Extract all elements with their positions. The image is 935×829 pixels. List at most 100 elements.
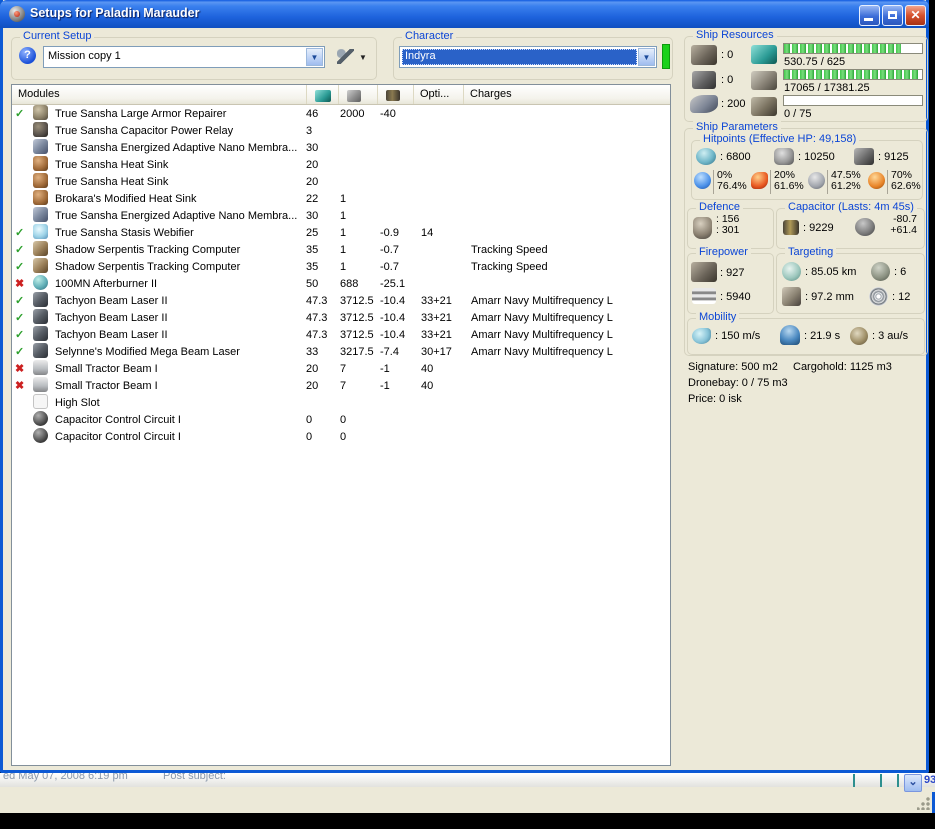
signature-info: Signature: 500 m2 <box>688 361 778 373</box>
module-row[interactable]: ✓ Shadow Serpentis Tracking Computer 35 1 -0… <box>12 257 670 275</box>
module-powergrid: 0 <box>340 413 347 426</box>
scrollbar-down-button[interactable]: ⌄ <box>904 774 922 792</box>
thermal-resists: 20% 61.6% <box>774 169 804 192</box>
titlebar[interactable]: Setups for Paladin Marauder ✕ <box>0 0 929 28</box>
slot-module-icon <box>33 393 48 409</box>
divider <box>713 170 714 194</box>
relay-module-icon <box>33 121 48 137</box>
close-button[interactable]: ✕ <box>905 5 926 26</box>
module-row[interactable]: ✓ Tachyon Beam Laser II 47.3 3712.5 -10.4 33+… <box>12 308 670 326</box>
resize-grip[interactable] <box>917 796 931 810</box>
module-optimal: 40 <box>421 362 434 375</box>
align-time-value: 21.9 s <box>804 330 840 342</box>
kinetic-resist-icon <box>808 172 825 189</box>
module-name: Selynne's Modified Mega Beam Laser <box>55 345 240 358</box>
character-dropdown[interactable]: Indyra ▼ <box>399 46 657 68</box>
module-powergrid: 3712.5 <box>340 294 374 307</box>
chevron-down-icon[interactable]: ▼ <box>306 48 323 66</box>
module-row[interactable]: ✖ 100MN Afterburner II 50 688 -25.1 <box>12 274 670 292</box>
module-charge: Amarr Navy Multifrequency L <box>471 345 613 358</box>
maximize-button[interactable] <box>882 5 903 26</box>
module-row[interactable]: True Sansha Capacitor Power Relay 3 <box>12 121 670 139</box>
column-header-powergrid[interactable] <box>339 85 378 104</box>
module-row[interactable]: True Sansha Heat Sink 20 <box>12 155 670 173</box>
warp-speed-icon <box>850 327 868 345</box>
module-row[interactable]: ✓ Selynne's Modified Mega Beam Laser 33 321… <box>12 342 670 360</box>
mobility-label: Mobility <box>696 311 740 323</box>
wrench-icon <box>337 49 354 64</box>
column-header-modules[interactable]: Modules <box>12 85 307 104</box>
module-cpu: 30 <box>306 141 319 154</box>
module-row[interactable]: ✖ Small Tractor Beam I 20 7 -1 40 <box>12 376 670 394</box>
max-velocity-value: 150 m/s <box>715 330 760 342</box>
max-targets-value: 6 <box>894 266 906 278</box>
module-row[interactable]: ✓ Tachyon Beam Laser II 47.3 3712.5 -10.4 33+… <box>12 325 670 343</box>
module-row[interactable]: True Sansha Energized Adaptive Nano Memb… <box>12 138 670 156</box>
launcher-hardpoints-icon <box>692 71 716 89</box>
module-row[interactable]: Brokara's Modified Heat Sink 22 1 <box>12 189 670 207</box>
laser-module-icon <box>33 325 48 341</box>
column-header-cpu[interactable] <box>307 85 339 104</box>
kinetic-resists: 47.5% 61.2% <box>831 169 861 192</box>
help-icon[interactable]: ? <box>19 47 36 64</box>
column-header-optimal[interactable]: Opti... <box>414 85 464 104</box>
heatsink-module-icon <box>33 155 48 171</box>
divider <box>827 170 828 194</box>
module-cpu: 20 <box>306 158 319 171</box>
module-row[interactable]: Capacitor Control Circuit I 0 0 <box>12 427 670 445</box>
module-row[interactable]: True Sansha Heat Sink 20 <box>12 172 670 190</box>
capacitor-flux-values: -80.7 +61.4 <box>890 213 917 236</box>
module-row[interactable]: ✓ True Sansha Large Armor Repairer 46 2000 -… <box>12 104 670 122</box>
tools-menu-button[interactable]: ▼ <box>335 47 375 67</box>
mobility-group: Mobility 150 m/s 21.9 s 3 au/s <box>687 311 925 355</box>
repairer-module-icon <box>33 104 48 120</box>
shield-icon <box>696 148 716 165</box>
capacitor-label: Capacitor (Lasts: 4m 45s) <box>785 201 917 213</box>
module-row[interactable]: ✖ Small Tractor Beam I 20 7 -1 40 <box>12 359 670 377</box>
heatsink-module-icon <box>33 189 48 205</box>
module-capacitor: -7.4 <box>380 345 399 358</box>
align-time-icon <box>780 325 800 345</box>
character-status-indicator <box>662 44 670 69</box>
module-row[interactable]: High Slot <box>12 393 670 411</box>
window-title: Setups for Paladin Marauder <box>30 6 200 20</box>
module-name: Small Tractor Beam I <box>55 379 158 392</box>
module-capacitor: -10.4 <box>380 311 406 324</box>
hitpoints-label: Hitpoints (Effective HP: 49,158) <box>700 133 860 145</box>
module-row[interactable]: Capacitor Control Circuit I 0 0 <box>12 410 670 428</box>
module-capacitor: -0.9 <box>380 226 399 239</box>
module-charge: Amarr Navy Multifrequency L <box>471 294 613 307</box>
rig-module-icon <box>33 410 48 426</box>
module-name: True Sansha Energized Adaptive Nano Memb… <box>55 209 298 222</box>
module-cpu: 47.3 <box>306 311 328 324</box>
minimize-button[interactable] <box>859 5 880 26</box>
volley-value: 5940 <box>720 291 750 303</box>
module-powergrid: 2000 <box>340 107 365 120</box>
module-row[interactable]: ✓ Shadow Serpentis Tracking Computer 35 1 -0… <box>12 240 670 258</box>
module-row[interactable]: ✓ Tachyon Beam Laser II 47.3 3712.5 -10.4 33+… <box>12 291 670 309</box>
turret-hardpoints-value: 0 <box>721 49 733 61</box>
cpu-icon <box>315 89 331 102</box>
turret-hardpoints-icon <box>691 45 717 65</box>
scan-resolution-value: 97.2 mm <box>805 291 854 303</box>
setup-dropdown[interactable]: Mission copy 1 ▼ <box>43 46 325 68</box>
module-cpu: 25 <box>306 226 319 239</box>
fit-valid-icon: ✓ <box>15 244 25 256</box>
calibration-value: 200 <box>721 98 745 110</box>
fit-valid-icon: ✓ <box>15 227 25 239</box>
post-date-text: ed May 07, 2008 6:19 pm <box>3 773 128 782</box>
tc-module-icon <box>33 240 48 256</box>
module-cpu: 47.3 <box>306 294 328 307</box>
module-name: 100MN Afterburner II <box>55 277 158 290</box>
fit-invalid-icon: ✖ <box>15 363 25 375</box>
module-powergrid: 1 <box>340 209 347 222</box>
column-header-charges[interactable]: Charges <box>464 85 670 104</box>
chevron-down-icon[interactable]: ▼ <box>638 48 655 66</box>
module-name: Tachyon Beam Laser II <box>55 328 168 341</box>
module-cpu: 35 <box>306 260 319 273</box>
column-header-capacitor[interactable] <box>378 85 414 104</box>
character-dropdown-value: Indyra <box>402 49 637 65</box>
module-row[interactable]: ✓ True Sansha Stasis Webifier 25 1 -0.9 14 <box>12 223 670 241</box>
divider <box>853 774 855 787</box>
module-row[interactable]: True Sansha Energized Adaptive Nano Memb… <box>12 206 670 224</box>
